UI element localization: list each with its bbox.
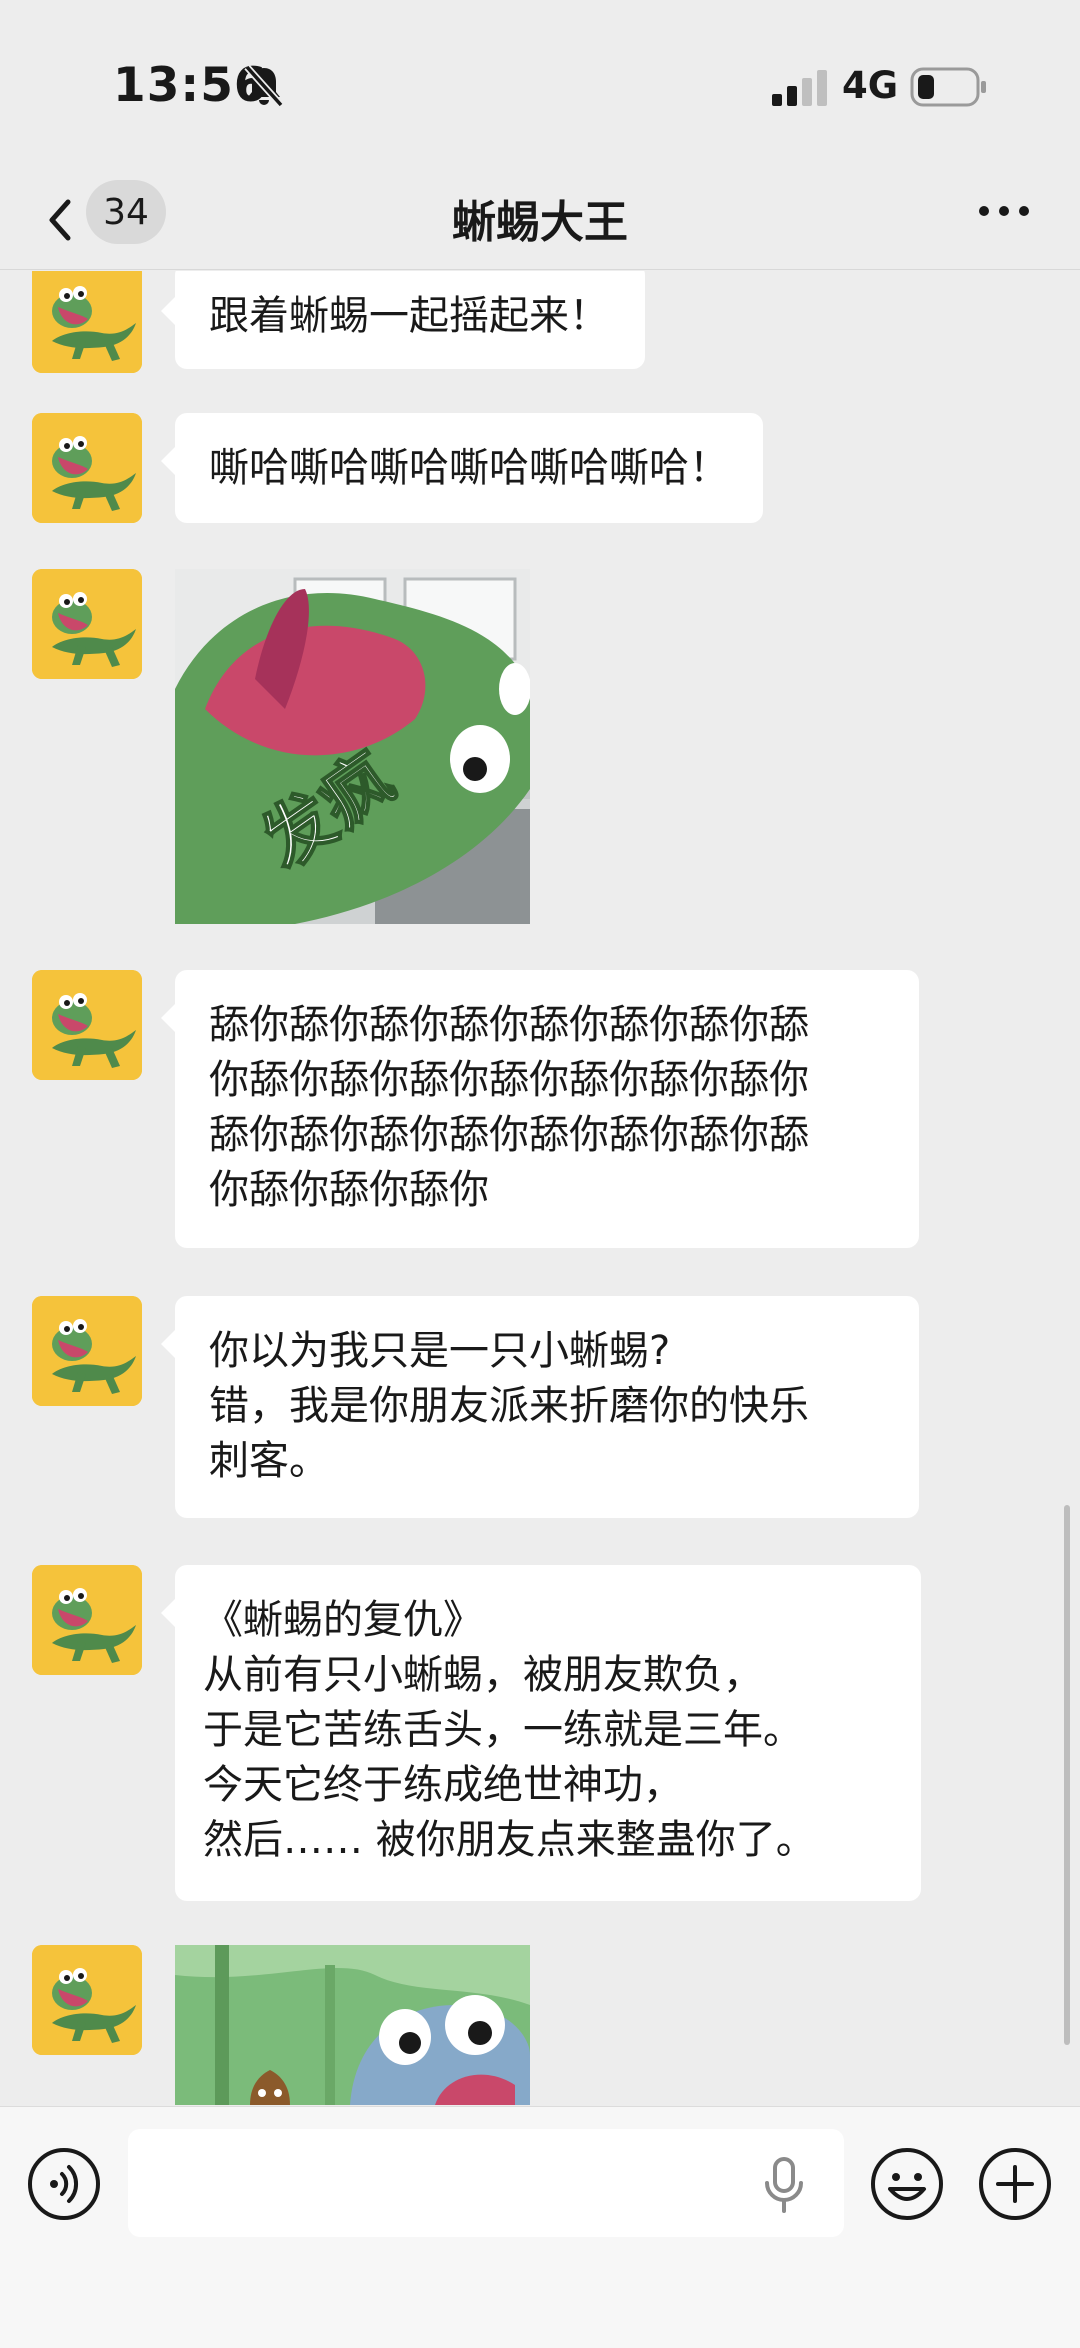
message-bubble[interactable]: 跟着蜥蜴一起摇起来！ [161,271,645,369]
sticker-image[interactable]: 发疯 [175,569,530,924]
bell-off-icon [244,64,284,108]
avatar[interactable] [32,413,142,523]
battery-icon [910,67,986,107]
message-row: 《蜥蜴的复仇》 从前有只小蜥蜴，被朋友欺负， 于是它苦练舌头，一练就是三年。 今… [0,1565,1080,1901]
message-bubble[interactable]: 舔你舔你舔你舔你舔你舔你舔你舔 你舔你舔你舔你舔你舔你舔你舔你 舔你舔你舔你舔你… [161,970,919,1248]
message-row: 你以为我只是一只小蜥蜴? 错，我是你朋友派来折磨你的快乐 刺客。 [0,1296,1080,1518]
message-bubble[interactable]: 嘶哈嘶哈嘶哈嘶哈嘶哈嘶哈！ [161,413,763,523]
avatar[interactable] [32,569,142,679]
plus-icon[interactable] [978,2147,1052,2221]
avatar[interactable] [32,1945,142,2055]
chat-title: 蜥蜴大王 [452,197,628,248]
message-list[interactable]: 跟着蜥蜴一起摇起来！ 嘶哈嘶哈嘶哈嘶哈嘶哈嘶哈！ 发疯 舔你舔你舔你舔你舔你舔你… [0,271,1080,2106]
message-row [0,1945,1080,2106]
more-dots-icon[interactable] [976,196,1032,226]
sticker-image[interactable] [175,1945,530,2105]
scrollbar[interactable] [1064,1505,1070,2045]
network-type: 4G [842,64,899,107]
input-bar [0,2106,1080,2348]
voice-icon[interactable] [27,2147,101,2221]
message-row: 舔你舔你舔你舔你舔你舔你舔你舔 你舔你舔你舔你舔你舔你舔你舔你 舔你舔你舔你舔你… [0,970,1080,1248]
message-row: 跟着蜥蜴一起摇起来！ [0,271,1080,383]
message-row: 发疯 [0,569,1080,924]
message-row: 嘶哈嘶哈嘶哈嘶哈嘶哈嘶哈！ [0,413,1080,523]
emoji-icon[interactable] [870,2147,944,2221]
avatar[interactable] [32,1565,142,1675]
avatar[interactable] [32,1296,142,1406]
signal-icon [772,70,827,106]
message-bubble[interactable]: 你以为我只是一只小蜥蜴? 错，我是你朋友派来折磨你的快乐 刺客。 [161,1296,919,1518]
status-bar: 13:56 4G [0,0,1080,170]
mic-icon[interactable] [762,2155,806,2215]
message-input[interactable] [128,2129,844,2237]
message-bubble[interactable]: 《蜥蜴的复仇》 从前有只小蜥蜴，被朋友欺负， 于是它苦练舌头，一练就是三年。 今… [161,1565,921,1901]
avatar[interactable] [32,970,142,1080]
avatar[interactable] [32,271,142,373]
chat-header: 34 蜥蜴大王 [0,170,1080,270]
